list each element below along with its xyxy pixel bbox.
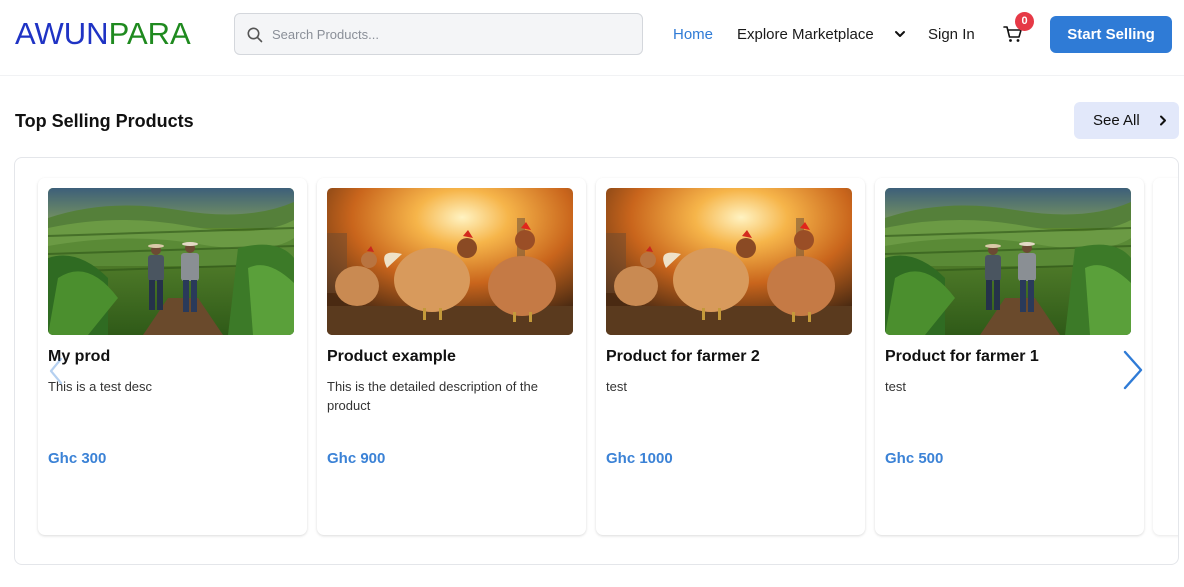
product-card[interactable]: My prod This is a test desc Ghc 300 [38,178,307,535]
products-carousel: My prod This is a test desc Ghc 300 Prod… [14,157,1179,565]
logo-part-2: PARA [108,16,191,51]
product-card[interactable]: Product for farmer 1 test Ghc 500 [875,178,1144,535]
search-input[interactable] [272,14,632,54]
logo-part-1: AWUN [15,16,109,51]
section-title: Top Selling Products [15,111,194,131]
chevron-down-icon[interactable] [894,28,906,40]
product-image[interactable] [48,188,294,335]
product-price: Ghc 500 [885,450,944,467]
see-all-button[interactable]: See All [1074,102,1179,139]
farm-field-image [885,188,1131,335]
product-name[interactable]: Product for farmer 1 [885,347,1039,367]
chickens-image [327,188,573,335]
product-image[interactable] [885,188,1131,335]
see-all-label: See All [1093,112,1140,129]
carousel-next-arrow-icon[interactable] [1121,350,1145,390]
farm-field-image [48,188,294,335]
product-name[interactable]: Product example [327,347,456,367]
search-icon [247,27,263,43]
cart-count-badge: 0 [1015,12,1034,31]
chevron-right-icon [1160,115,1166,126]
product-image[interactable] [606,188,852,335]
product-price: Ghc 300 [48,450,107,467]
product-description: This is the detailed description of the … [327,379,539,413]
search-box[interactable] [234,13,643,55]
nav-link-home[interactable]: Home [673,26,713,44]
nav-link-sign-in[interactable]: Sign In [928,26,975,44]
product-description: This is a test desc [48,379,153,394]
chickens-image [606,188,852,335]
nav-link-explore-marketplace[interactable]: Explore Marketplace [737,26,874,44]
product-price: Ghc 1000 [606,450,673,467]
product-description: test [606,379,627,394]
product-image[interactable] [327,188,573,335]
start-selling-button[interactable]: Start Selling [1050,16,1172,53]
product-name[interactable]: Product for farmer 2 [606,347,760,367]
product-card[interactable]: Product for farmer 2 test Ghc 1000 [596,178,865,535]
brand-logo[interactable]: AWUNPARA [15,14,191,54]
product-price: Ghc 900 [327,450,386,467]
carousel-prev-arrow-icon[interactable] [47,357,65,385]
next-card-peek [1153,178,1178,535]
product-card[interactable]: Product example This is the detailed des… [317,178,586,535]
top-navbar: AWUNPARA Home Explore Marketplace Sign I… [0,0,1184,76]
product-description: test [885,379,906,394]
